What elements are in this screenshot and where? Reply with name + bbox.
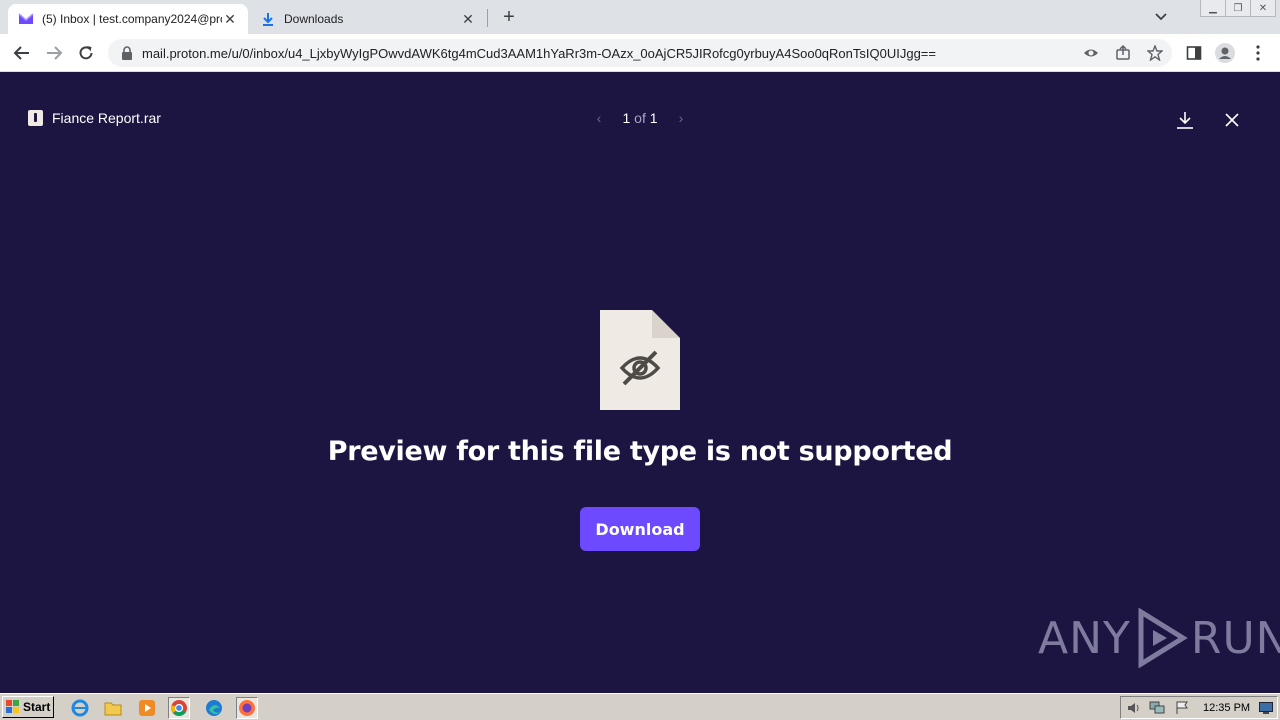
star-icon[interactable] [1146, 44, 1164, 62]
start-label: Start [23, 700, 51, 714]
download-icon [263, 13, 273, 26]
tab-title: (5) Inbox | test.company2024@prot [42, 12, 222, 26]
download-header-button[interactable] [1173, 108, 1197, 132]
arrow-left-icon [13, 46, 29, 60]
preview-header: Fiance Report.rar ‹ 1 of 1 › [0, 72, 1280, 168]
page-current: 1 [622, 110, 631, 126]
media-player-icon[interactable] [136, 697, 158, 719]
reload-button[interactable] [74, 41, 98, 65]
archive-file-icon [28, 110, 43, 126]
attachment-preview: Fiance Report.rar ‹ 1 of 1 › Preview for… [0, 72, 1280, 693]
close-tab-icon[interactable]: ✕ [460, 11, 476, 27]
watermark-right: RUN [1190, 612, 1280, 664]
menu-button[interactable] [1248, 43, 1268, 63]
forward-button[interactable] [42, 41, 66, 65]
tab-separator [487, 9, 488, 27]
next-page-icon[interactable]: › [672, 110, 690, 126]
unsupported-message: Preview for this file type is not suppor… [327, 436, 953, 467]
file-name-label: Fiance Report.rar [52, 110, 161, 126]
reload-icon [79, 46, 93, 60]
arrow-right-icon [47, 46, 63, 60]
system-tray: 12:35 PM [1120, 696, 1278, 719]
more-vert-icon [1256, 45, 1260, 61]
unsupported-preview: Preview for this file type is not suppor… [0, 310, 1280, 551]
browser-toolbar: mail.proton.me/u/0/inbox/u4_LjxbyWyIgPOw… [0, 34, 1280, 72]
file-name: Fiance Report.rar [28, 110, 161, 126]
minimize-button[interactable]: ▁ [1200, 0, 1226, 17]
chevron-down-icon [1155, 13, 1167, 21]
close-icon [1225, 113, 1239, 127]
side-panel-button[interactable] [1184, 43, 1204, 63]
eye-icon[interactable] [1082, 44, 1100, 62]
page-total: 1 [649, 110, 658, 126]
edge-icon[interactable] [203, 697, 225, 719]
close-window-button[interactable]: ✕ [1250, 0, 1276, 17]
firefox-icon[interactable] [236, 697, 258, 719]
play-logo-icon [1138, 608, 1188, 668]
page-of: of [634, 110, 646, 126]
proton-mail-icon [18, 13, 34, 24]
url-text: mail.proton.me/u/0/inbox/u4_LjxbyWyIgPOw… [142, 45, 936, 61]
chrome-taskbar-icon[interactable] [168, 697, 190, 719]
browser-tab-strip: (5) Inbox | test.company2024@prot ✕ Down… [0, 0, 1280, 34]
internet-explorer-icon[interactable] [69, 697, 91, 719]
action-center-flag-icon[interactable] [1175, 701, 1189, 715]
close-preview-button[interactable] [1220, 108, 1244, 132]
file-hidden-icon [600, 310, 680, 410]
tab-title: Downloads [284, 12, 344, 26]
avatar-icon [1215, 43, 1235, 63]
restore-button[interactable]: ❐ [1225, 0, 1251, 17]
previous-page-icon[interactable]: ‹ [590, 110, 608, 126]
pagination: ‹ 1 of 1 › [590, 110, 690, 126]
tab-inbox[interactable]: (5) Inbox | test.company2024@prot ✕ [8, 4, 248, 34]
clock: 12:35 PM [1203, 702, 1251, 714]
lock-icon [122, 46, 132, 60]
side-panel-icon [1186, 46, 1202, 60]
profile-button[interactable] [1215, 43, 1235, 63]
back-button[interactable] [10, 41, 34, 65]
download-icon [1177, 112, 1193, 129]
show-desktop-icon[interactable] [1259, 702, 1273, 714]
share-icon[interactable] [1114, 44, 1132, 62]
page-count: 1 of 1 [622, 110, 657, 126]
close-tab-icon[interactable]: ✕ [222, 11, 238, 27]
anyrun-watermark: ANY RUN [1038, 608, 1280, 668]
taskbar: Start 12:35 PM [0, 693, 1280, 720]
watermark-left: ANY [1038, 612, 1131, 664]
network-icon[interactable] [1149, 701, 1165, 715]
tab-downloads[interactable]: Downloads ✕ [250, 4, 486, 34]
volume-icon[interactable] [1127, 701, 1141, 715]
windows-logo-icon [6, 700, 19, 713]
start-button[interactable]: Start [2, 696, 54, 718]
tab-search-button[interactable] [1152, 8, 1170, 26]
window-controls: ▁ ❐ ✕ [1200, 0, 1276, 17]
new-tab-button[interactable]: + [498, 6, 520, 28]
explorer-folder-icon[interactable] [102, 697, 124, 719]
address-bar[interactable]: mail.proton.me/u/0/inbox/u4_LjxbyWyIgPOw… [108, 39, 1172, 67]
download-button[interactable]: Download [580, 507, 700, 551]
